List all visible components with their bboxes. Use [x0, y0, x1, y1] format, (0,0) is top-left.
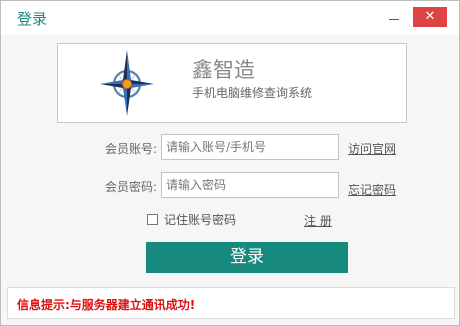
visit-site-link[interactable]: 访问官网 — [348, 140, 396, 157]
compass-rose-icon — [100, 50, 154, 116]
register-link[interactable]: 注 册 — [304, 212, 332, 229]
remember-credentials[interactable]: 记住账号密码 — [147, 211, 236, 228]
app-subtitle: 手机电脑维修查询系统 — [192, 86, 313, 100]
password-label: 会员密码: — [104, 180, 157, 194]
status-message: 信息提示:与服务器建立通讯成功! — [17, 298, 196, 312]
login-button[interactable]: 登录 — [146, 242, 348, 273]
app-banner: 鑫智造 手机电脑维修查询系统 — [57, 43, 407, 123]
close-button[interactable]: ✕ — [413, 7, 447, 27]
close-icon: ✕ — [424, 9, 436, 24]
forgot-password-link[interactable]: 忘记密码 — [348, 181, 396, 198]
window-title: 登录 — [17, 10, 48, 28]
password-input[interactable] — [161, 172, 339, 198]
account-label: 会员账号: — [104, 142, 157, 156]
minimize-button[interactable] — [381, 7, 407, 27]
login-window: 登录 ✕ 鑫智造 手机电脑维修查询系统 会员账号: 请输入账号/手机号 访问官网… — [0, 0, 460, 326]
app-name: 鑫智造 — [192, 58, 255, 82]
status-bar: 信息提示:与服务器建立通讯成功! — [7, 287, 455, 319]
title-bar[interactable]: 登录 ✕ — [1, 1, 459, 35]
remember-checkbox[interactable] — [147, 214, 158, 225]
account-input[interactable] — [161, 134, 339, 160]
remember-label: 记住账号密码 — [164, 213, 237, 227]
